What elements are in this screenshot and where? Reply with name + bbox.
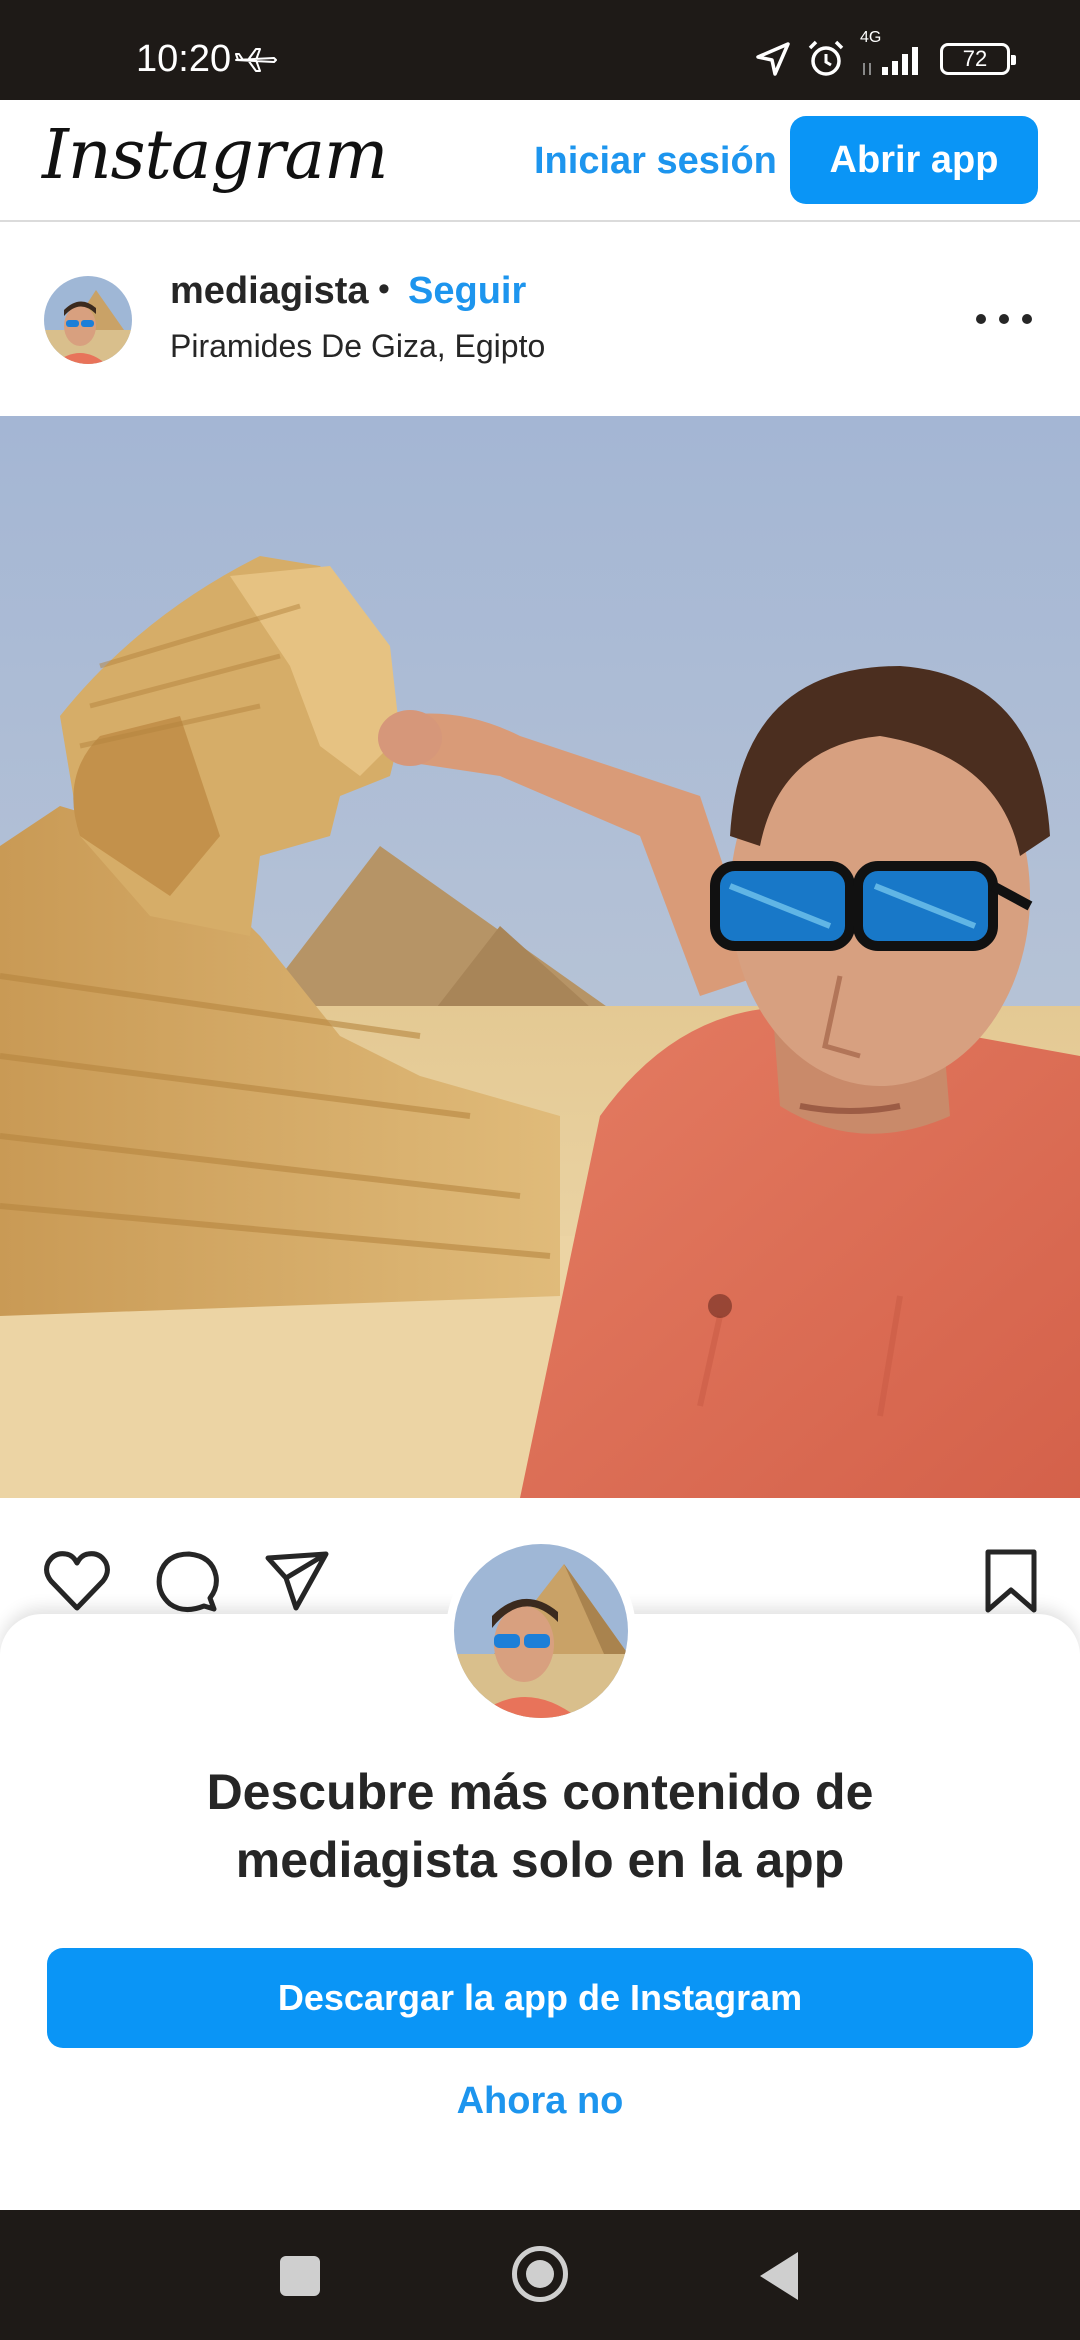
status-time: 10:20 <box>136 38 232 80</box>
signal-icon: 4G <box>860 29 926 79</box>
download-app-button[interactable]: Descargar la app de Instagram <box>47 1948 1033 2048</box>
follow-link[interactable]: Seguir <box>408 270 526 313</box>
avatar <box>454 1544 628 1718</box>
promo-title: Descubre más contenido de mediagista sol… <box>206 1764 874 1888</box>
back-icon[interactable] <box>760 2252 798 2300</box>
heart-icon[interactable] <box>42 1546 112 1616</box>
sphinx-selfie-photo <box>0 416 1080 1498</box>
share-icon[interactable] <box>262 1546 332 1616</box>
status-icons: 4G 72 <box>754 29 1016 82</box>
system-nav-bar <box>0 2210 1080 2340</box>
more-options-icon[interactable] <box>976 314 1032 330</box>
home-icon[interactable] <box>512 2246 568 2302</box>
top-header: Instagram Iniciar sesión Abrir app <box>0 100 1080 222</box>
username[interactable]: mediagista <box>170 270 369 313</box>
airplane-icon <box>235 48 277 72</box>
avatar[interactable] <box>44 276 132 364</box>
open-app-button[interactable]: Abrir app <box>790 116 1038 204</box>
alarm-icon <box>808 40 844 76</box>
screen: 10:20 4G 72 Instagram Iniciar sesión Abr… <box>0 0 1080 2340</box>
battery-level: 72 <box>962 46 988 71</box>
separator-dot: • <box>378 270 390 308</box>
recents-icon[interactable] <box>280 2256 320 2296</box>
post-header: mediagista • Seguir Piramides De Giza, E… <box>0 224 1080 416</box>
not-now-link[interactable]: Ahora no <box>0 2080 1080 2123</box>
battery-icon: 72 <box>940 43 1016 75</box>
post-location[interactable]: Piramides De Giza, Egipto <box>170 328 545 365</box>
post-image[interactable] <box>0 416 1080 1498</box>
login-link[interactable]: Iniciar sesión <box>534 140 777 183</box>
bookmark-icon[interactable] <box>976 1546 1046 1616</box>
location-arrow-icon <box>756 42 790 76</box>
comment-icon[interactable] <box>152 1546 222 1616</box>
instagram-logo[interactable]: Instagram <box>42 116 388 195</box>
status-bar: 10:20 4G 72 <box>0 0 1080 100</box>
